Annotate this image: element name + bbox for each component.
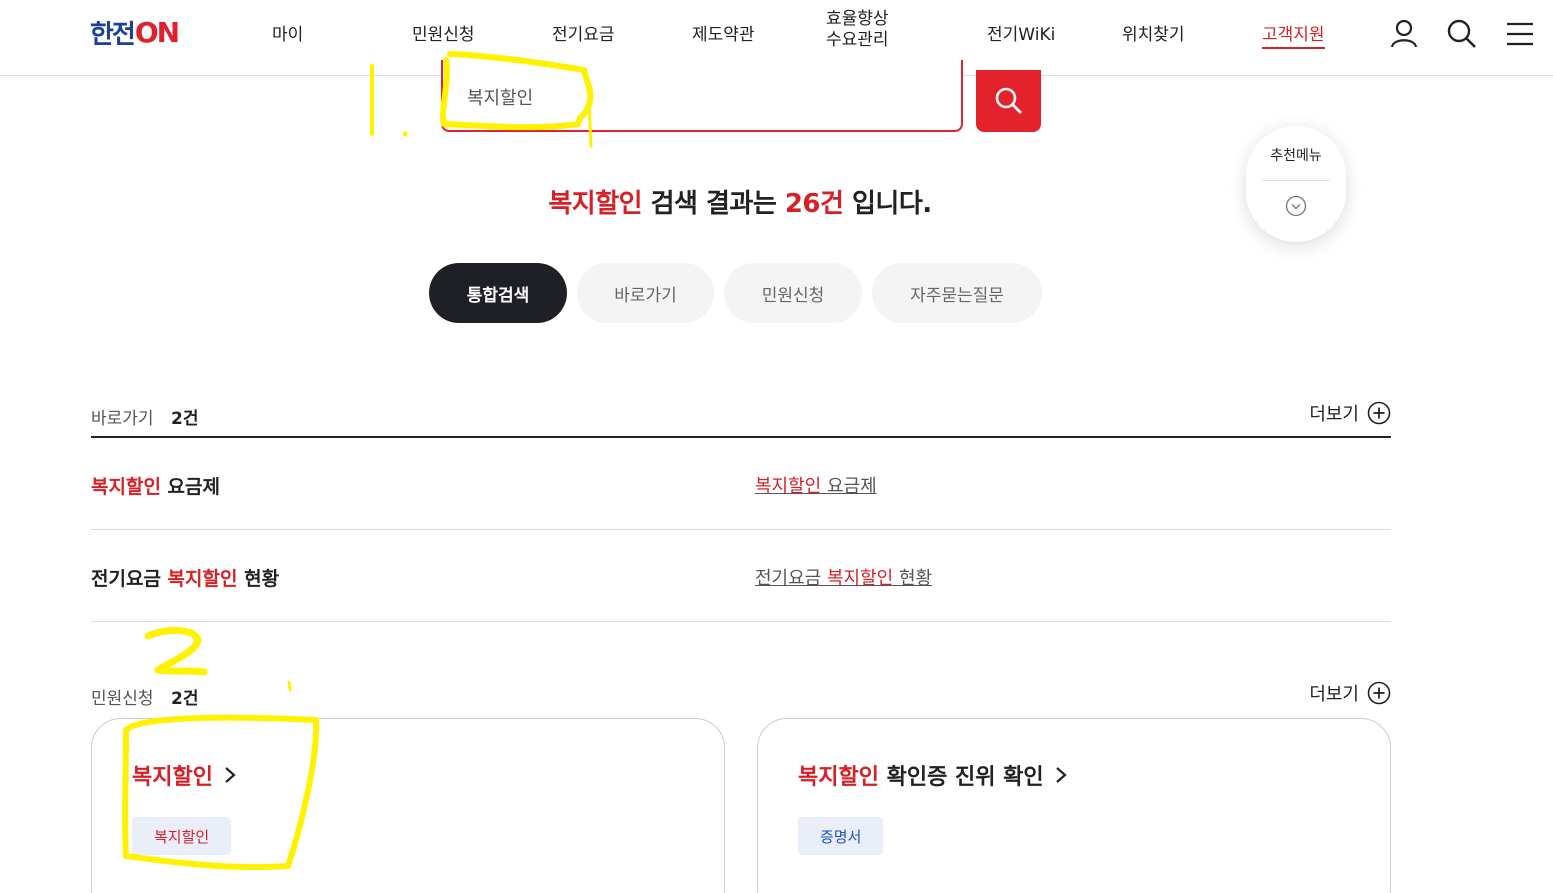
list-item: 복지할인 요금제 복지할인 요금제	[91, 438, 1391, 530]
row-title: 복지할인 요금제	[91, 472, 220, 499]
civil-section-header: 민원신청 2건 더보기	[91, 680, 1391, 710]
chevron-right-icon	[1055, 767, 1067, 783]
shortcut-more-button[interactable]: 더보기	[1309, 400, 1391, 426]
civil-card-certificate-verification[interactable]: 복지할인 확인증 진위 확인 증명서	[757, 718, 1391, 893]
result-suffix-text: 입니다.	[843, 189, 932, 219]
recommend-menu[interactable]: 추천메뉴	[1246, 126, 1346, 242]
plus-circle-icon	[1367, 401, 1391, 425]
card-tag: 복지할인	[132, 817, 232, 855]
recommend-divider	[1263, 180, 1329, 181]
search-box	[441, 60, 963, 132]
nav-civil-application[interactable]: 민원신청	[412, 20, 475, 45]
section-count: 2건	[171, 409, 199, 429]
row-title-rest: 요금제	[160, 476, 220, 498]
nav-electric-wiki[interactable]: 전기WiKi	[987, 20, 1055, 45]
nav-location-finder[interactable]: 위치찾기	[1122, 20, 1185, 45]
more-label: 더보기	[1309, 404, 1359, 425]
nav-customer-support[interactable]: 고객지원	[1262, 20, 1325, 49]
logo-han-text: 한전	[90, 19, 136, 50]
list-item: 전기요금 복지할인 현황 전기요금 복지할인 현황	[91, 530, 1391, 622]
card-tag: 증명서	[798, 817, 884, 855]
card-title: 복지할인	[132, 759, 237, 791]
row-link-prefix: 전기요금	[755, 568, 827, 589]
tab-civil-application[interactable]: 민원신청	[724, 263, 862, 323]
row-title-rest: 현황	[237, 568, 280, 590]
nav-policy-terms[interactable]: 제도약관	[692, 20, 755, 45]
result-keyword: 복지할인	[548, 189, 643, 219]
section-count: 2건	[171, 689, 199, 709]
row-link[interactable]: 전기요금 복지할인 현황	[755, 564, 932, 590]
row-title-keyword: 복지할인	[167, 568, 238, 590]
nav-electric-bill[interactable]: 전기요금	[552, 20, 615, 45]
tab-shortcut[interactable]: 바로가기	[577, 263, 714, 323]
search-icon	[995, 87, 1022, 114]
civil-more-button[interactable]: 더보기	[1309, 680, 1391, 706]
chevron-right-icon	[225, 767, 236, 783]
result-count: 26건	[784, 189, 844, 219]
tab-integrated-search[interactable]: 통합검색	[429, 263, 567, 323]
section-title: 바로가기	[91, 409, 154, 429]
result-middle-text: 검색 결과는	[642, 189, 785, 219]
row-link-keyword: 복지할인	[826, 568, 894, 589]
row-link-rest: 요금제	[821, 476, 877, 497]
card-title-rest: 확인증 진위 확인	[878, 765, 1044, 790]
section-title: 민원신청	[91, 689, 154, 709]
logo-on-text: ON	[134, 15, 180, 49]
row-title-keyword: 복지할인	[91, 476, 161, 498]
shortcut-section-header: 바로가기 2건 더보기	[91, 400, 1391, 430]
chevron-down-icon[interactable]	[1285, 195, 1307, 217]
plus-circle-icon	[1367, 681, 1391, 705]
row-title-prefix: 전기요금	[91, 568, 168, 590]
row-link-rest: 현황	[893, 568, 933, 589]
row-link[interactable]: 복지할인 요금제	[755, 472, 877, 498]
card-title-keyword: 복지할인	[798, 765, 879, 790]
nav-efficiency-line1: 효율향상	[826, 9, 889, 29]
row-link-keyword: 복지할인	[755, 476, 822, 497]
nav-my[interactable]: 마이	[272, 20, 303, 45]
row-title: 전기요금 복지할인 현황	[91, 564, 279, 591]
annotation-mark-1-dot	[402, 131, 408, 137]
recommend-menu-label: 추천메뉴	[1270, 148, 1322, 164]
nav-efficiency-demand[interactable]: 효율향상 수요관리	[826, 9, 889, 51]
menu-icon[interactable]	[1504, 18, 1536, 50]
search-button[interactable]	[976, 70, 1041, 132]
kepco-on-logo[interactable]: 한전 ON	[90, 15, 180, 50]
search-input[interactable]	[467, 82, 927, 112]
civil-card-welfare-discount[interactable]: 복지할인 복지할인	[91, 718, 725, 893]
annotation-mark-2	[144, 627, 208, 676]
card-title-keyword: 복지할인	[132, 765, 213, 790]
user-icon[interactable]	[1388, 18, 1420, 50]
nav-efficiency-line2: 수요관리	[826, 30, 889, 50]
tab-faq[interactable]: 자주묻는질문	[872, 263, 1042, 323]
search-icon[interactable]	[1446, 18, 1478, 50]
more-label: 더보기	[1309, 684, 1359, 705]
card-title: 복지할인 확인증 진위 확인	[798, 759, 1068, 791]
